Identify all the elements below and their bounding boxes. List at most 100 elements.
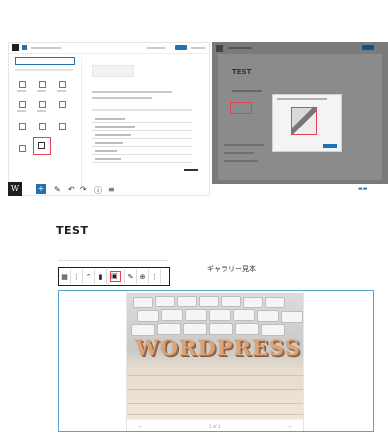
- keyboard-key: [221, 296, 241, 307]
- gallery-caption[interactable]: ギャラリー見本: [207, 264, 256, 274]
- keyboard-key: [209, 323, 233, 335]
- undo-icon[interactable]: ↶: [68, 185, 75, 194]
- save-draft-link: [147, 47, 165, 49]
- editor-settings-panel: [81, 57, 208, 193]
- wood-plank-line: [127, 403, 303, 404]
- add-block-button[interactable]: +: [36, 184, 46, 194]
- editor-top-bar: [9, 43, 209, 54]
- block-inserter-panel: [13, 57, 77, 177]
- settings-row: [92, 133, 192, 139]
- panel-text: [92, 97, 152, 99]
- keyboard-key: [235, 323, 259, 335]
- settings-icons: [191, 47, 205, 49]
- move-arrows-icon[interactable]: ⌃: [83, 269, 95, 284]
- keyboard-key: [243, 297, 263, 308]
- video-block-icon: [39, 123, 46, 130]
- keyboard-key: [199, 296, 219, 307]
- gallery-placeholder-text: [232, 90, 262, 92]
- keyboard-key: [155, 296, 175, 307]
- publish-link[interactable]: ▬▬: [358, 186, 367, 192]
- publish-button: [175, 45, 187, 50]
- keyboard-key: [133, 297, 153, 308]
- info-icon[interactable]: ⓘ: [94, 185, 102, 196]
- heading-block-icon: [39, 81, 46, 88]
- panel-text: [224, 144, 264, 146]
- keyboard-key: [265, 297, 285, 308]
- media-library-dialog: [272, 94, 342, 152]
- keyboard-key: [233, 309, 255, 321]
- gallery-block-icon: [38, 142, 45, 149]
- cover-block-icon: [59, 101, 66, 108]
- toolbar-icons: [31, 47, 61, 49]
- keyboard-key: [185, 309, 207, 321]
- image-edit-icon: ▣: [107, 269, 125, 284]
- list-view-icon[interactable]: ≡: [108, 185, 115, 194]
- selected-image-thumbnail: [291, 107, 317, 135]
- wp-logo-icon: [216, 45, 223, 52]
- block-label: [17, 110, 26, 112]
- toolbar-icons: [228, 47, 252, 49]
- gallery-icon[interactable]: ▦: [59, 269, 71, 284]
- image-caption-bar: ← 1 of 2 →: [127, 419, 303, 432]
- keyboard-key: [183, 323, 207, 335]
- toolbar-divider: [58, 260, 168, 261]
- gallery-block[interactable]: WORDPRESS ← 1 of 2 →: [58, 290, 374, 432]
- redo-icon[interactable]: ↷: [80, 185, 87, 194]
- settings-row: [92, 141, 192, 147]
- more-vertical-icon[interactable]: ⋮: [149, 269, 161, 284]
- gallery-image[interactable]: WORDPRESS: [127, 293, 303, 419]
- list-block-icon: [59, 81, 66, 88]
- upload-button-highlight: [230, 102, 252, 114]
- add-block-icon: [22, 45, 27, 50]
- keyboard-key: [209, 309, 231, 321]
- settings-row: [92, 157, 192, 163]
- settings-row: [92, 117, 192, 123]
- link-icon[interactable]: ✎: [125, 269, 137, 284]
- keyboard-key: [137, 310, 159, 322]
- columns-block-icon: [19, 145, 26, 152]
- gallery-column-divider: [303, 291, 304, 431]
- wp-logo-icon: [12, 44, 19, 51]
- screenshot-block-inserter: [8, 42, 210, 196]
- wood-plank-line: [127, 389, 303, 390]
- panel-text: [92, 91, 172, 93]
- image-block-icon: [39, 101, 46, 108]
- quote-block-icon: [19, 101, 26, 108]
- prev-arrow-icon[interactable]: ←: [139, 424, 142, 429]
- post-title: TEST: [232, 68, 252, 76]
- dialog-select-button: [323, 144, 337, 148]
- wordpress-wooden-letters-logo: WORDPRESS: [135, 335, 301, 360]
- image-counter: 1 of 2: [209, 424, 221, 429]
- wp-logo-icon[interactable]: W: [8, 182, 22, 196]
- publish-button: [362, 45, 374, 50]
- next-arrow-icon[interactable]: →: [288, 424, 291, 429]
- keyboard-key: [157, 323, 181, 335]
- file-block-icon: [19, 123, 26, 130]
- editor-bottom-toolbar: W + ✎ ↶ ↷ ⓘ ≡: [8, 182, 128, 198]
- post-title[interactable]: TEST: [56, 224, 88, 237]
- panel-divider: [92, 109, 192, 111]
- screenshot-media-dialog: TEST: [212, 42, 388, 184]
- settings-row: [92, 125, 192, 131]
- wood-plank-line: [127, 375, 303, 376]
- paragraph-block-icon: [19, 81, 26, 88]
- crop-icon[interactable]: ⊕: [137, 269, 149, 284]
- dialog-title: [277, 98, 327, 100]
- image-edit-button[interactable]: ▣: [110, 271, 121, 282]
- inserter-tabs: [15, 69, 73, 71]
- keyboard-key: [257, 310, 279, 322]
- drag-handle-icon[interactable]: ⋮: [71, 269, 83, 284]
- wood-plank-line: [127, 414, 303, 415]
- block-label: [17, 90, 26, 92]
- panel-button: [184, 169, 198, 171]
- align-icon[interactable]: ▮: [95, 269, 107, 284]
- settings-row: [92, 149, 192, 155]
- preview-box: [92, 65, 134, 77]
- block-toolbar: ▦ ⋮ ⌃ ▮ ▣ ✎ ⊕ ⋮: [58, 267, 170, 286]
- block-label: [37, 110, 46, 112]
- block-label: [37, 90, 46, 92]
- block-label: [57, 90, 66, 92]
- panel-text: [224, 160, 258, 162]
- keyboard-key: [161, 309, 183, 321]
- pencil-icon[interactable]: ✎: [54, 185, 61, 194]
